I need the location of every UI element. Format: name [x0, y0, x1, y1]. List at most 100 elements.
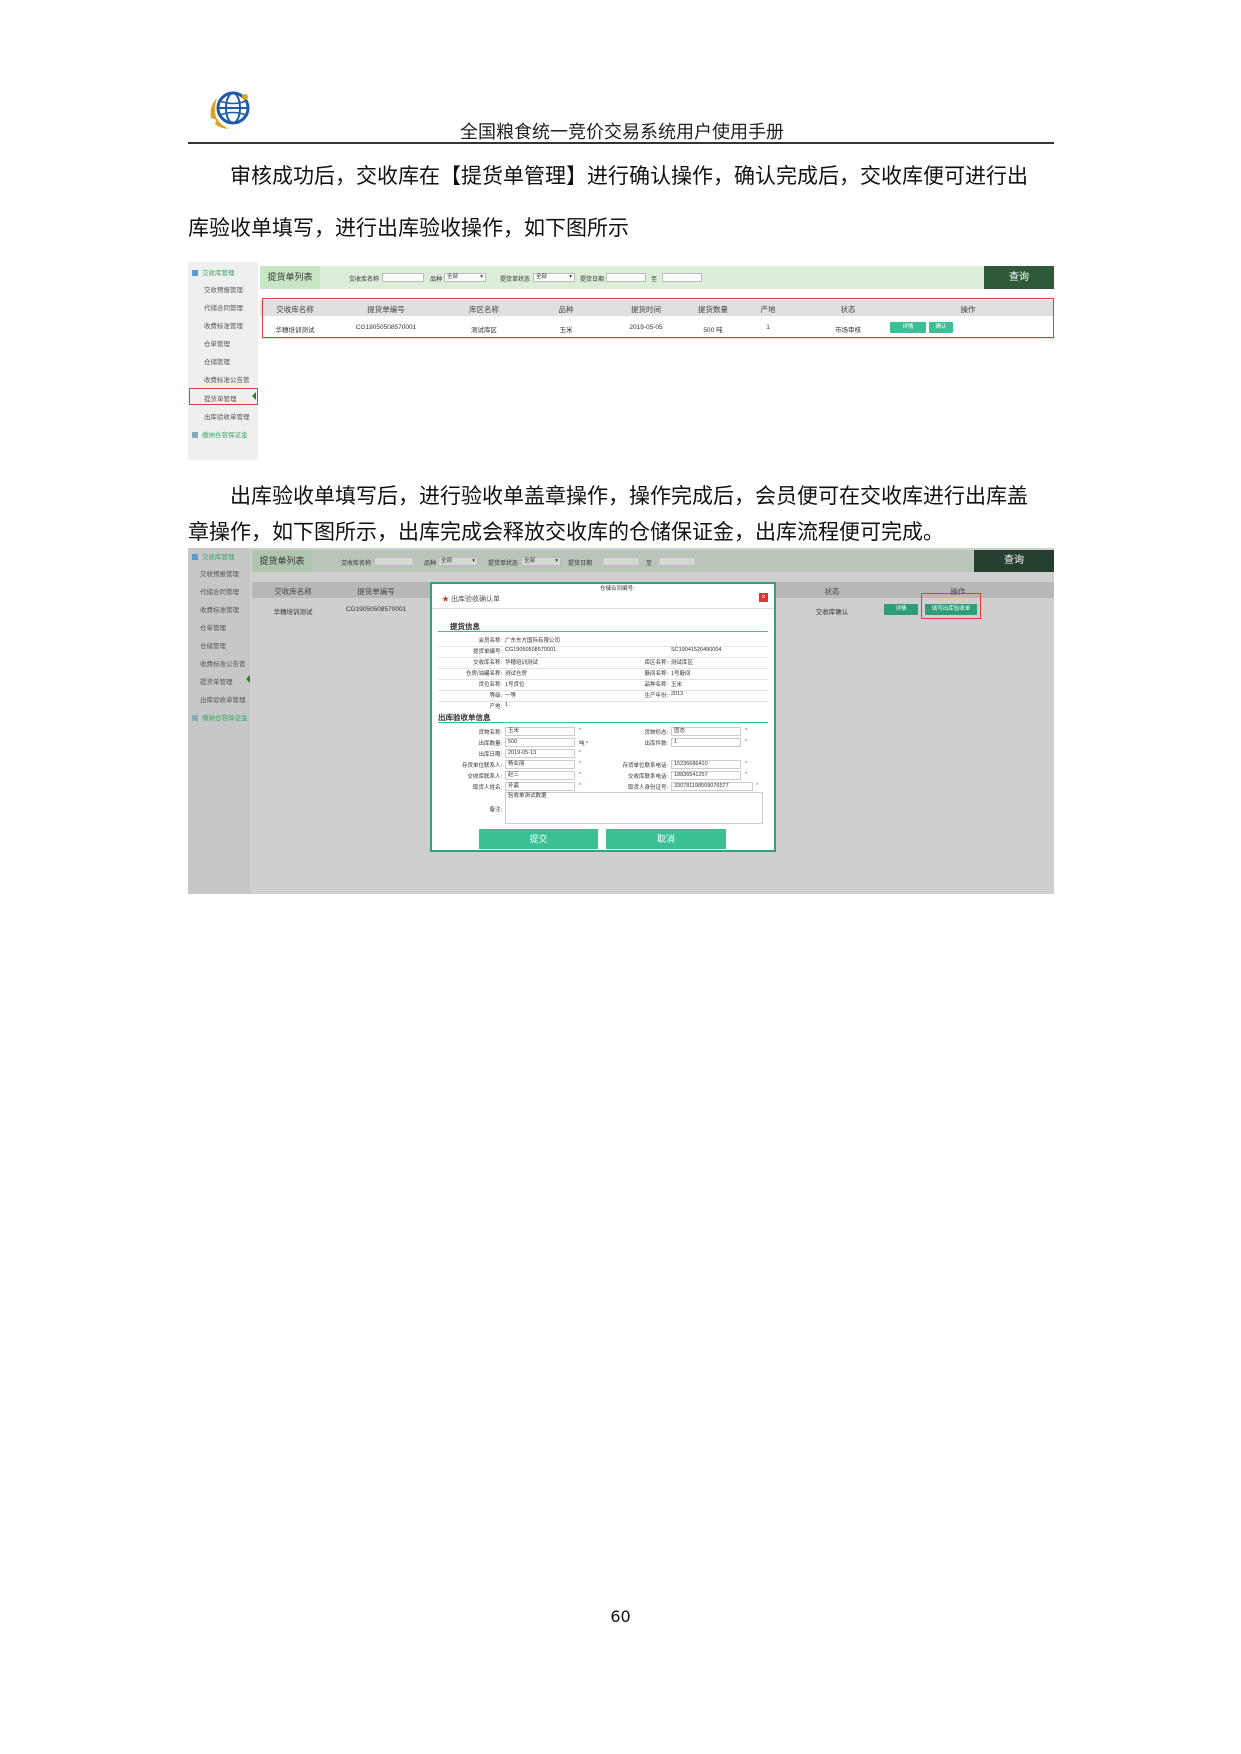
warehouse-input[interactable] [382, 273, 424, 282]
sidebar-item[interactable]: 收费标准公告管 [200, 658, 246, 668]
sidebar-item[interactable]: 仓单管理 [200, 622, 226, 632]
outbound-date-input[interactable]: 2019-05-13 [505, 749, 575, 758]
sidebar-item[interactable]: 出库验收单管理 [200, 694, 246, 704]
date-from-input[interactable] [606, 273, 646, 282]
goods-name-input[interactable]: 玉米 [505, 727, 575, 736]
col-header: 状态 [824, 587, 840, 596]
confirm-button[interactable]: 确认 [929, 322, 953, 333]
sidebar-item[interactable]: 仓单管理 [204, 338, 230, 348]
sidebar-item[interactable]: 仓储管理 [204, 356, 230, 366]
field-label: 等级: [489, 693, 502, 699]
field-label: 存货单位联系电话: [622, 763, 668, 769]
detail-button[interactable]: 详情 [884, 604, 918, 615]
required-mark: * [579, 750, 582, 756]
tank-value: 1号廒间 [671, 671, 691, 677]
variety-value: 玉米 [671, 682, 683, 688]
chart-icon [192, 715, 198, 722]
field-label: 会员名称: [478, 638, 502, 644]
sidebar-item[interactable]: 交收预报管理 [200, 568, 239, 578]
field-label: 取货人身份证号: [627, 785, 668, 791]
warehouse-input[interactable] [374, 557, 414, 566]
intro-paragraph-1: 审核成功后，交收库在【提货单管理】进行确认操作，确认完成后，交收库便可进行出 库… [188, 158, 1054, 246]
close-icon[interactable]: × [759, 593, 768, 602]
field-label: 仓房/油罐名称: [465, 671, 502, 677]
field-label: 备注: [489, 807, 502, 813]
goods-form-input[interactable]: 固态 [671, 727, 741, 736]
pieces-input[interactable]: 1 [671, 738, 741, 747]
sidebar-item[interactable]: 收费标准公告管 [204, 374, 250, 384]
field-label: 出库日期: [478, 752, 502, 758]
picker-id-input[interactable]: 330781198509076577 [671, 782, 753, 791]
filter-label: 提货日期 [568, 561, 593, 567]
variety-select[interactable]: 全部 ▾ [444, 273, 486, 282]
active-arrow-icon [246, 675, 250, 683]
picker-name-input[interactable]: 孙晶 [505, 782, 575, 791]
variety-select[interactable]: 全部 ▾ [438, 557, 478, 566]
required-mark: * [579, 772, 582, 778]
field-label: 货物形态: [644, 730, 668, 736]
date-from-input[interactable] [602, 557, 640, 566]
sidebar-item[interactable]: 代储合同管理 [200, 586, 239, 596]
cancel-button[interactable]: 取消 [606, 829, 726, 849]
detail-button[interactable]: 详情 [890, 322, 926, 333]
query-button[interactable]: 查询 [984, 266, 1054, 289]
tab-delivery-list[interactable]: 提货单列表 [260, 266, 320, 289]
page-number: 60 [610, 1607, 631, 1626]
filter-bar [252, 550, 1054, 572]
warehouse-value: 华穗培训测试 [505, 660, 539, 666]
intro-paragraph-2: 出库验收单填写后，进行验收单盖章操作，操作完成后，会员便可在交收库进行出库盖 章… [188, 478, 1054, 550]
active-arrow-icon [252, 392, 256, 400]
sidebar-item[interactable]: 代储合同管理 [204, 302, 243, 312]
row-divider [262, 338, 1054, 339]
filter-label: 提货单状态 [500, 277, 531, 283]
sidebar-footer[interactable]: 缴纳仓容保证金 [192, 429, 248, 439]
para1-line2: 库验收单填写，进行出库验收操作，如下图所示 [188, 216, 629, 240]
sidebar-item[interactable]: 交收预报管理 [204, 284, 243, 294]
cell: 华穗培训测试 [273, 609, 313, 616]
status-select[interactable]: 全部 ▾ [533, 273, 575, 282]
sidebar-item[interactable]: 收费标准管理 [200, 604, 239, 614]
sidebar-item-delivery[interactable]: 提货单管理 [200, 676, 233, 686]
divider [432, 608, 774, 609]
date-to-input[interactable] [658, 557, 696, 566]
query-button[interactable]: 查询 [974, 550, 1054, 572]
sidebar-head[interactable]: 交收库管理 [192, 267, 235, 277]
sidebar: 交收库管理 交收预报管理 代储合同管理 收费标准管理 仓单管理 仓储管理 收费标… [188, 262, 258, 460]
col-header: 提货单编号 [357, 587, 395, 596]
storer-contact-input[interactable]: 杨业丽 [505, 760, 575, 769]
status-cell: 市场审核 [835, 327, 861, 334]
field-label: 生产年份: [644, 693, 668, 699]
filter-label: 交收库名称 [341, 561, 372, 567]
field-label: 仓储合同编号: [600, 586, 635, 592]
submit-button[interactable]: 提交 [479, 829, 598, 849]
field-label: 存货单位联系人: [461, 763, 502, 769]
year-value: 2013 [671, 691, 684, 697]
cell: 2019-05-05 [629, 324, 663, 331]
highlight-box [189, 388, 258, 405]
sidebar-head[interactable]: 交收库管理 [192, 551, 235, 561]
sidebar-footer[interactable]: 缴纳仓容保证金 [192, 712, 248, 722]
status-select[interactable]: 全部 ▾ [521, 557, 561, 566]
remark-textarea[interactable]: 验收单测试数据 [505, 792, 763, 824]
folder-icon [192, 554, 198, 561]
date-to-input[interactable] [662, 273, 702, 282]
sidebar-item[interactable]: 仓储管理 [200, 640, 226, 650]
storer-phone-input[interactable]: 15236686410 [671, 760, 741, 769]
origin-value: 1 [505, 702, 509, 708]
chart-icon [192, 432, 198, 439]
required-mark: * [745, 761, 748, 767]
grade-value: 一等 [505, 693, 517, 699]
sidebar-item[interactable]: 收费标准管理 [204, 320, 243, 330]
manual-title: 全国粮食统一竞价交易系统用户使用手册 [460, 122, 784, 143]
warehouse-contact-input[interactable]: 赵三 [505, 771, 575, 780]
warehouse-phone-input[interactable]: 18836541257 [671, 771, 741, 780]
sidebar-item[interactable]: 出库验收单管理 [204, 411, 250, 421]
highlight-box [921, 593, 981, 619]
cell: 测试库区 [471, 327, 497, 334]
tab-delivery-list[interactable]: 提货单列表 [252, 550, 312, 572]
para2-line2: 章操作，如下图所示，出库完成会释放交收库的仓储保证金，出库流程便可完成。 [188, 520, 944, 544]
required-mark: * [579, 761, 582, 767]
field-label: 交收库名称: [472, 660, 502, 666]
quantity-input[interactable]: 500 [505, 738, 575, 747]
field-label: 交收库联系人: [467, 774, 502, 780]
